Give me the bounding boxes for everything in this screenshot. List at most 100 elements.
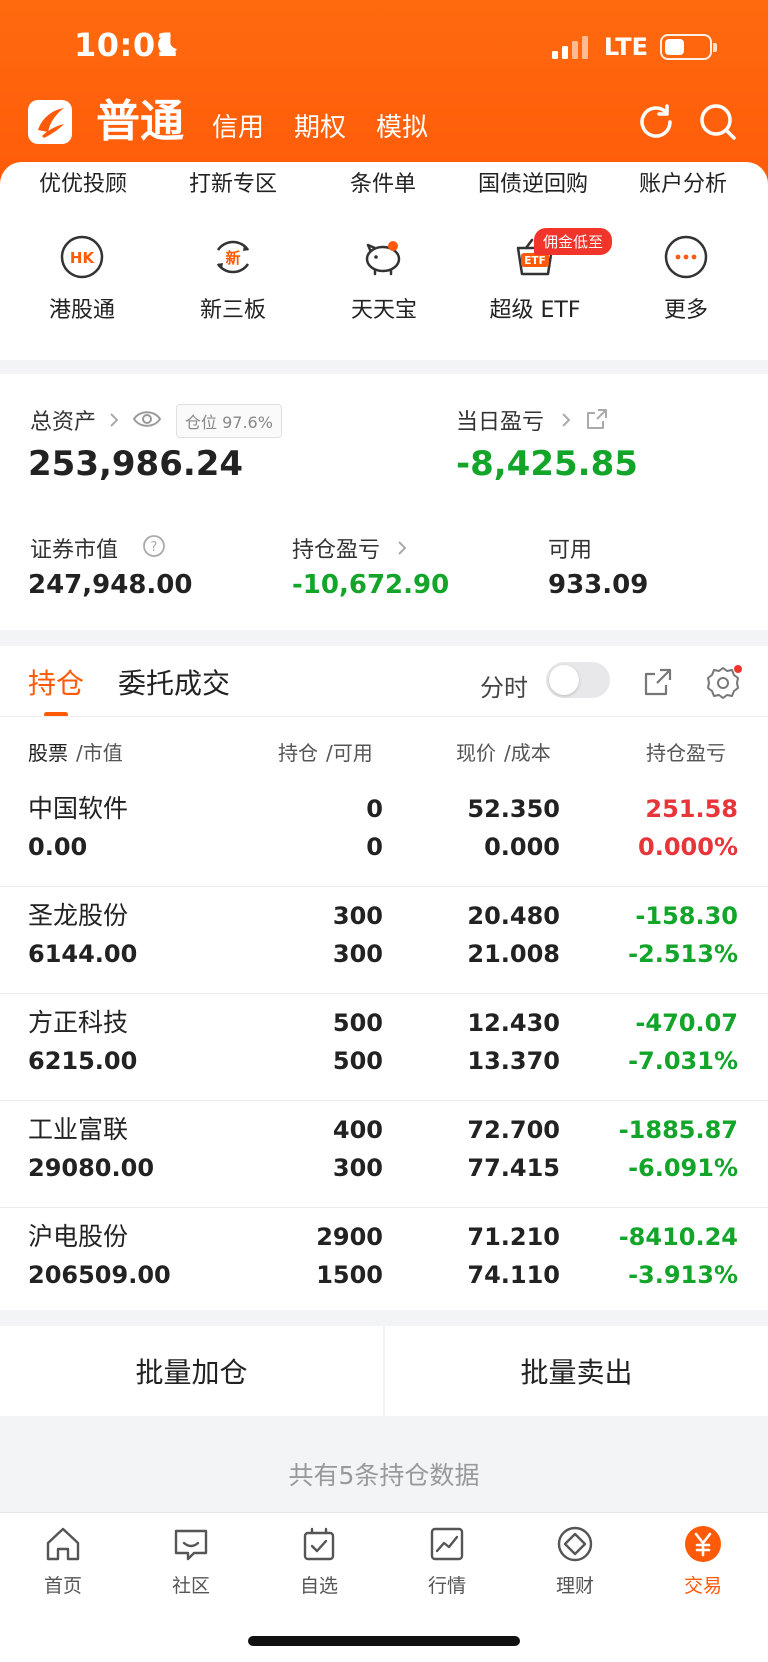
link-reverse-repo[interactable]: 国债逆回购 <box>458 166 608 198</box>
available-qty: 300 <box>332 940 383 968</box>
tab-label: 社区 <box>171 1575 210 1597</box>
tabbar-market[interactable]: 行情 <box>392 1523 502 1598</box>
holding-pl-label[interactable]: 持仓盈亏 <box>292 532 380 564</box>
tab-positions[interactable]: 持仓 <box>28 664 84 704</box>
status-bar: 10:01 LTE <box>0 0 768 92</box>
stock-name: 方正科技 <box>28 1008 129 1037</box>
watchlist-icon <box>303 1527 335 1561</box>
chevron-right-icon <box>398 541 407 555</box>
tab-options[interactable]: 期权 <box>294 110 346 146</box>
position-qty: 500 <box>332 1009 383 1037</box>
table-row[interactable]: 圣龙股份 6144.00 300 300 20.480 21.008 -158.30 -2.5… <box>0 887 768 994</box>
stock-name: 沪电股份 <box>28 1222 129 1251</box>
link-advisor[interactable]: 优优投顾 <box>8 166 158 198</box>
current-price: 52.350 <box>467 795 560 823</box>
holding-pl-pct: -3.913% <box>628 1261 738 1289</box>
chevron-right-icon <box>562 413 571 427</box>
link-conditional-order[interactable]: 条件单 <box>308 166 458 198</box>
stock-name: 工业富联 <box>28 1115 129 1144</box>
stock-market-value: 0.00 <box>28 833 88 861</box>
home-indicator <box>248 1636 520 1646</box>
batch-sell-button[interactable]: 批量卖出 <box>385 1326 768 1416</box>
hk-icon: HK <box>60 235 104 279</box>
holdings-count-summary: 共有5条持仓数据 <box>288 1461 480 1490</box>
service-hk-connect[interactable]: HK 港股通 <box>12 234 152 324</box>
tab-label: 自选 <box>299 1575 338 1597</box>
signal-icon <box>551 36 588 59</box>
help-icon[interactable]: ? <box>142 534 166 558</box>
tab-orders-trades[interactable]: 委托成交 <box>118 664 230 704</box>
service-more[interactable]: 更多 <box>616 234 756 324</box>
intraday-toggle-label: 分时 <box>480 674 528 702</box>
search-icon[interactable] <box>696 100 740 144</box>
piggy-bank-icon <box>365 241 401 276</box>
intraday-toggle[interactable] <box>546 662 610 698</box>
quick-access-card: 优优投顾 打新专区 条件单 国债逆回购 账户分析 HK 港股通 新 新三板 天天… <box>0 162 768 360</box>
current-price: 20.480 <box>467 902 560 930</box>
holding-pl-pct: -6.091% <box>628 1154 738 1182</box>
account-type-active[interactable]: 普通 <box>96 94 184 150</box>
link-account-analysis[interactable]: 账户分析 <box>608 166 758 198</box>
position-qty: 0 <box>366 795 383 823</box>
service-neeq[interactable]: 新 新三板 <box>163 234 303 324</box>
holding-pl: -470.07 <box>635 1009 738 1037</box>
available-qty: 0 <box>366 833 383 861</box>
batch-actions: 批量加仓 批量卖出 <box>0 1326 768 1416</box>
market-chart-icon <box>430 1527 464 1561</box>
tabbar-watchlist[interactable]: 自选 <box>264 1523 374 1598</box>
tabbar-wealth[interactable]: 理财 <box>520 1523 630 1598</box>
tab-label: 行情 <box>427 1575 466 1597</box>
stock-name: 圣龙股份 <box>28 901 129 930</box>
tabbar-home[interactable]: 首页 <box>8 1523 118 1598</box>
current-price: 72.700 <box>467 1116 560 1144</box>
hk-glyph: HK <box>70 249 96 267</box>
settings-gear-icon[interactable] <box>704 664 742 702</box>
table-row[interactable]: 方正科技 6215.00 500 500 12.430 13.370 -470.07 -7.0… <box>0 994 768 1101</box>
chevron-right-icon <box>110 413 119 427</box>
etf-glyph: ETF <box>524 255 546 267</box>
refresh-icon[interactable] <box>634 100 678 144</box>
holding-pl-pct: -7.031% <box>628 1047 738 1075</box>
stock-name: 中国软件 <box>28 794 129 823</box>
available-value: 933.09 <box>548 570 649 600</box>
table-row[interactable]: 工业富联 29080.00 400 300 72.700 77.415 -1885.87 -6… <box>0 1101 768 1208</box>
community-icon <box>174 1529 208 1561</box>
top-links: 优优投顾 打新专区 条件单 国债逆回购 账户分析 <box>0 162 768 206</box>
tab-credit[interactable]: 信用 <box>212 110 264 146</box>
table-row[interactable]: 中国软件 0.00 0 0 52.350 0.000 251.58 0.000% <box>0 780 768 887</box>
share-icon[interactable] <box>642 666 674 698</box>
tabbar-trade[interactable]: 交易 <box>648 1523 758 1598</box>
svg-text:?: ? <box>151 540 158 555</box>
tab-simulation[interactable]: 模拟 <box>376 110 428 146</box>
col-holding-pl[interactable]: 持仓盈亏 <box>646 737 726 766</box>
network-type: LTE <box>603 33 648 61</box>
batch-add-button[interactable]: 批量加仓 <box>0 1326 383 1416</box>
position-qty: 400 <box>332 1116 383 1144</box>
position-qty: 2900 <box>316 1223 383 1251</box>
daily-pl-label[interactable]: 当日盈亏 <box>456 404 544 436</box>
moon-icon <box>158 34 177 55</box>
col-available: /可用 <box>326 741 373 765</box>
holding-pl: -1885.87 <box>618 1116 738 1144</box>
daily-pl-value: -8,425.85 <box>456 444 638 484</box>
total-assets-label[interactable]: 总资产 <box>30 404 96 436</box>
cost-price: 13.370 <box>467 1047 560 1075</box>
cost-price: 0.000 <box>484 833 560 861</box>
available-qty: 500 <box>332 1047 383 1075</box>
link-ipo[interactable]: 打新专区 <box>158 166 308 198</box>
trade-yen-icon <box>685 1526 721 1562</box>
tabbar-community[interactable]: 社区 <box>136 1523 246 1598</box>
col-market-value: /市值 <box>76 741 123 765</box>
share-external-icon[interactable] <box>586 408 608 430</box>
service-label: 新三板 <box>199 298 266 323</box>
eye-icon[interactable] <box>132 408 162 430</box>
table-row[interactable]: 沪电股份 206509.00 2900 1500 71.210 74.110 -8410.2… <box>0 1208 768 1315</box>
col-position: 持仓 <box>278 741 318 765</box>
asset-summary: 总资产 仓位 97.6% 253,986.24 当日盈亏 -8,425.85 证… <box>0 374 768 630</box>
holding-pl: -8410.24 <box>618 1223 738 1251</box>
battery-icon <box>660 34 717 60</box>
service-tiantianbao[interactable]: 天天宝 <box>314 234 454 324</box>
col-price: 现价 <box>456 741 496 765</box>
total-assets-value: 253,986.24 <box>28 444 244 484</box>
wealth-diamond-icon <box>557 1526 593 1562</box>
